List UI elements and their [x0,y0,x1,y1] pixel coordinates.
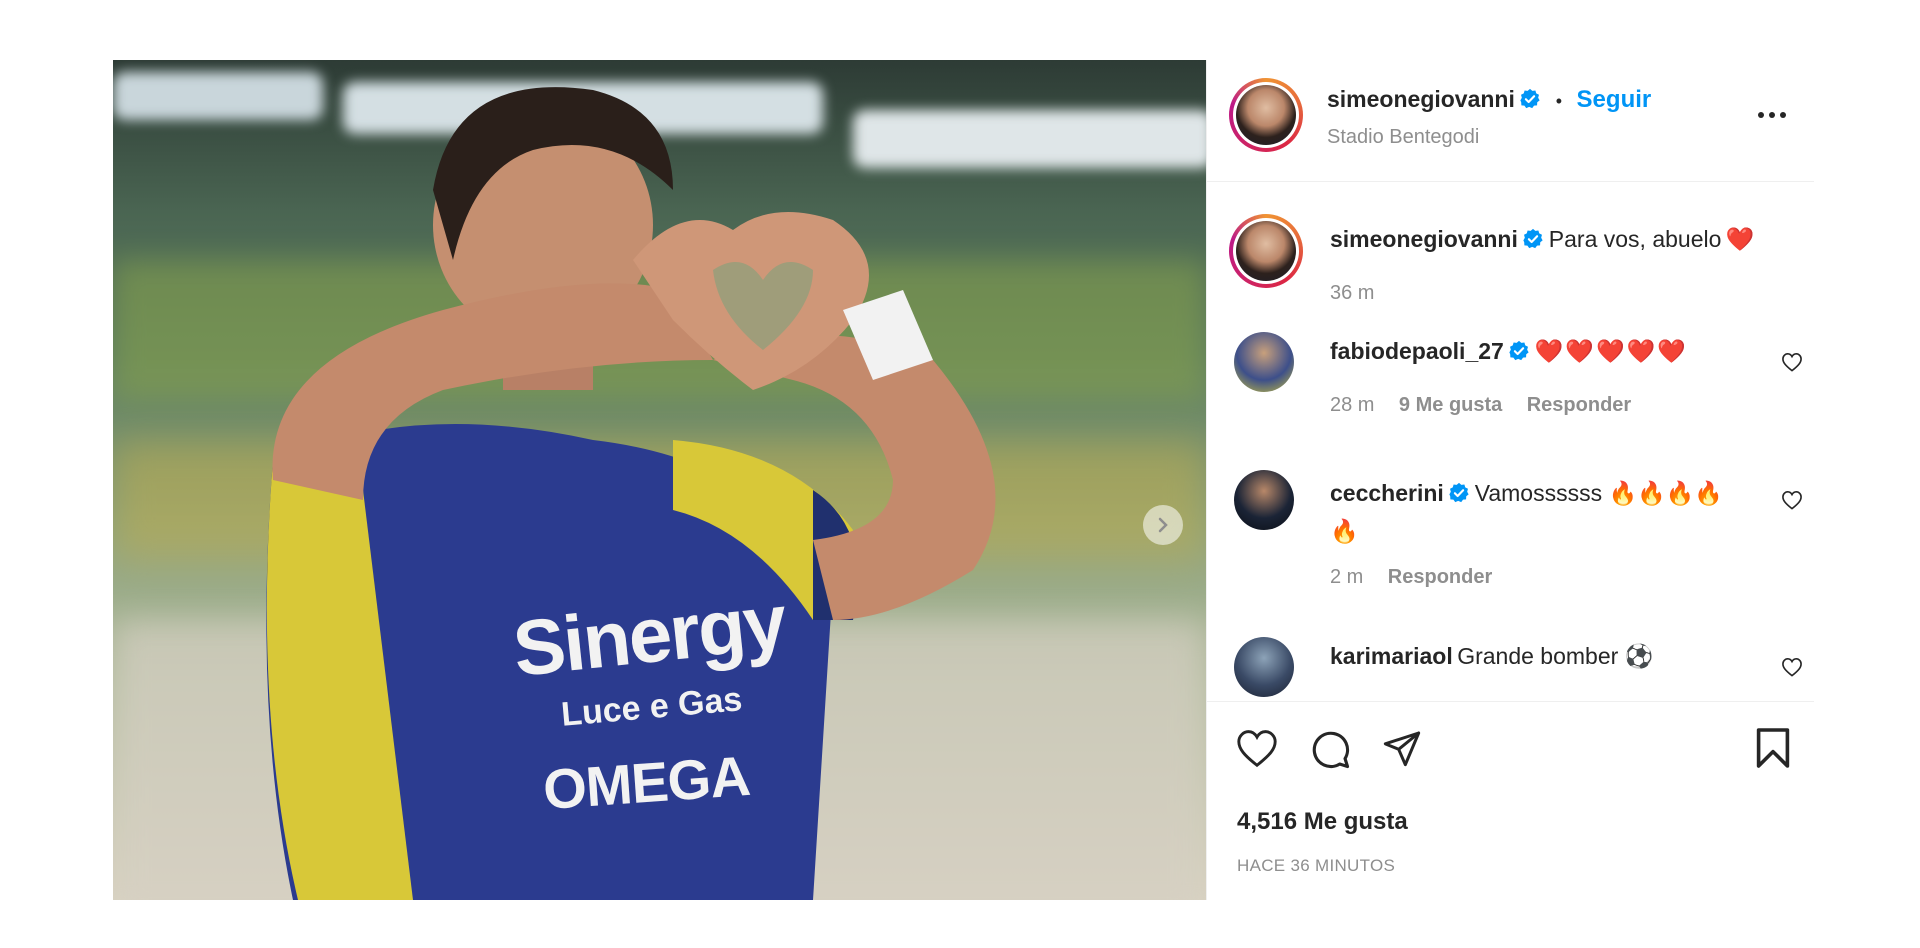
reply-button[interactable]: Responder [1527,394,1631,416]
comment-item: fabiodepaoli_27 ❤️❤️❤️❤️❤️ 28 m 9 Me gus… [1207,332,1814,452]
caption-time[interactable]: 36 m [1330,282,1374,305]
caption-item: simeonegiovanni Para vos, abuelo ❤️ 36 m [1207,182,1814,305]
comment-username[interactable]: karimariaol [1330,643,1453,669]
comment-avatar[interactable] [1234,332,1294,392]
comment-time[interactable]: 28 m [1330,394,1374,416]
author-username[interactable]: simeonegiovanni [1327,86,1515,112]
like-count[interactable]: 4,516 Me gusta [1237,808,1408,836]
caption-emoji: ❤️ [1725,226,1755,252]
comment-item: karimariaol Grande bomber ⚽ [1207,637,1814,697]
comment-username[interactable]: fabiodepaoli_27 [1330,338,1504,364]
verified-icon [1520,88,1540,109]
heart-icon[interactable] [1781,490,1803,510]
heart-icon[interactable] [1781,352,1803,372]
post-actions: 4,516 Me gusta HACE 36 MINUTOS [1207,701,1814,901]
reply-button[interactable]: Responder [1388,566,1492,588]
comment-username[interactable]: ceccherini [1330,480,1444,506]
comment-avatar[interactable] [1234,470,1294,530]
comment-text: Grande bomber ⚽ [1457,643,1654,669]
comment-likes[interactable]: 9 Me gusta [1399,394,1502,416]
comment-text: ❤️❤️❤️❤️❤️ [1534,338,1688,364]
post-side-panel: simeonegiovanni • Seguir Stadio Bentegod… [1206,60,1814,900]
comment-time[interactable]: 2 m [1330,566,1363,588]
comment-item: ceccherini Vamossssss 🔥🔥🔥🔥🔥 2 m Responde… [1207,470,1814,610]
caption-text: Para vos, abuelo [1548,226,1722,252]
heart-icon[interactable] [1235,728,1279,768]
follow-button[interactable]: Seguir [1577,86,1652,113]
comments-list[interactable]: simeonegiovanni Para vos, abuelo ❤️ 36 m… [1207,182,1814,762]
verified-icon [1523,228,1543,249]
next-image-button[interactable] [1143,505,1183,545]
caption-avatar[interactable] [1229,214,1303,288]
separator-dot: • [1555,91,1563,111]
post-time[interactable]: HACE 36 MINUTOS [1237,856,1395,876]
comment-avatar[interactable] [1234,637,1294,697]
verified-icon [1449,482,1469,503]
bookmark-icon[interactable] [1755,726,1791,770]
chevron-right-icon [1158,517,1168,533]
post-image[interactable]: Sinergy Luce e Gas OMEGA [113,60,1206,900]
post-location[interactable]: Stadio Bentegodi [1327,126,1479,149]
author-avatar[interactable] [1229,78,1303,152]
share-icon[interactable] [1381,728,1423,768]
caption-username[interactable]: simeonegiovanni [1330,226,1518,252]
comment-icon[interactable] [1309,728,1351,770]
post-header: simeonegiovanni • Seguir Stadio Bentegod… [1207,60,1814,182]
heart-icon[interactable] [1781,657,1803,677]
verified-icon [1509,340,1529,361]
more-icon[interactable] [1757,110,1787,120]
